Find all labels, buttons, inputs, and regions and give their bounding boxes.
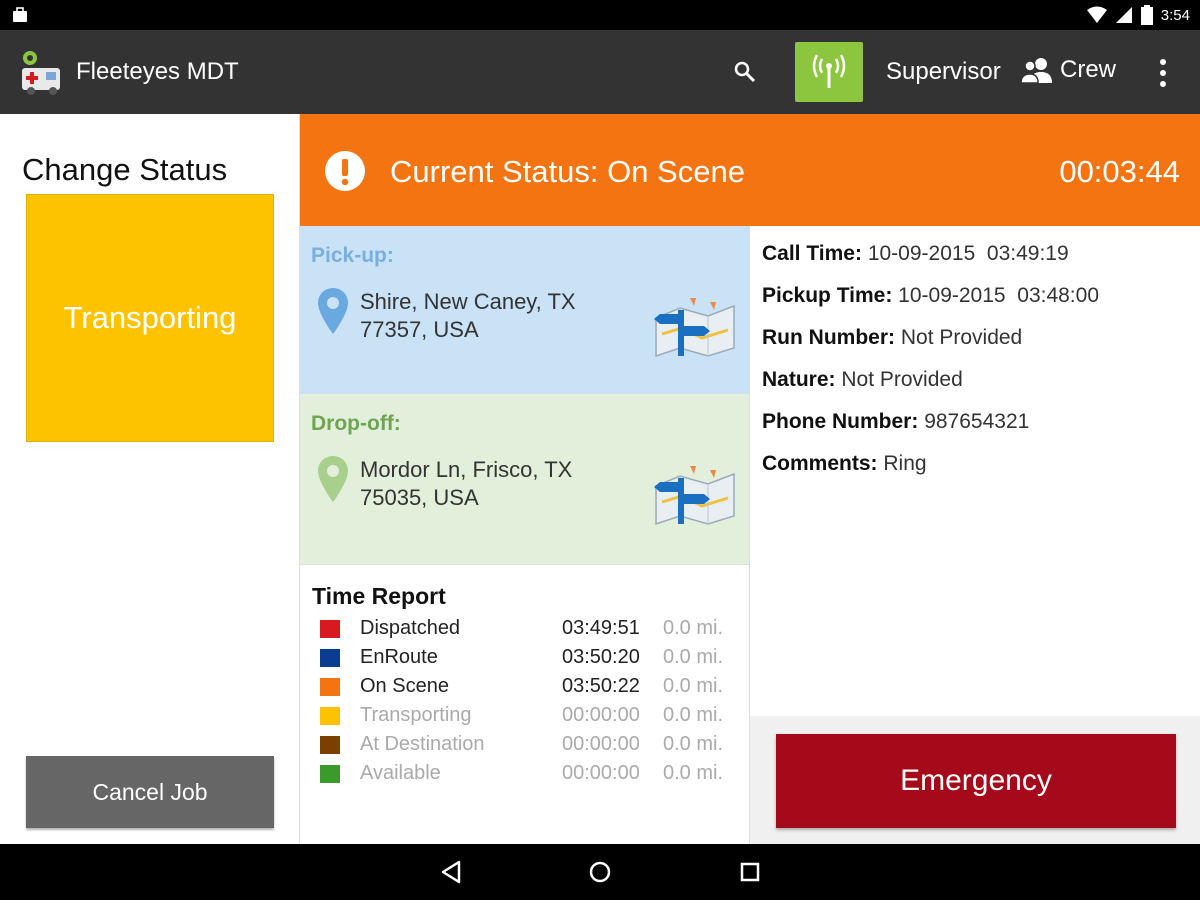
overflow-menu-icon[interactable] <box>1152 56 1174 90</box>
wifi-icon <box>1086 6 1107 23</box>
time-report-panel: Time Report Dispatched 03:49:51 0.0 mi. EnR… <box>300 564 749 844</box>
phone-number-label: Phone Number: <box>762 410 919 433</box>
comments-value: Ring <box>883 452 927 475</box>
status-color-swatch <box>320 765 340 783</box>
crew-button[interactable]: Crew <box>1020 56 1116 84</box>
ambulance-logo-icon <box>22 51 60 95</box>
alert-icon <box>325 151 365 191</box>
status-color-swatch <box>320 620 340 638</box>
system-status-bar: 3:54 <box>0 0 1200 30</box>
time-report-status: Available <box>360 762 441 784</box>
time-report-distance: 0.0 mi. <box>663 646 724 668</box>
back-icon[interactable] <box>437 858 465 886</box>
run-number-label: Run Number: <box>762 326 895 349</box>
comments-label: Comments: <box>762 452 878 475</box>
map-directions-icon[interactable] <box>652 294 738 360</box>
nature-row: Nature: Not Provided <box>762 368 963 392</box>
supervisor-button[interactable]: Supervisor <box>886 58 1001 86</box>
change-status-panel: Change Status Transporting Cancel Job <box>0 114 300 844</box>
dropoff-address-line2: 75035, USA <box>360 485 479 510</box>
time-report-distance: 0.0 mi. <box>663 733 724 755</box>
pickup-address-line2: 77357, USA <box>360 317 479 342</box>
time-report-status: Transporting <box>360 704 472 726</box>
time-report-distance: 0.0 mi. <box>663 617 724 639</box>
nature-value: Not Provided <box>841 368 963 391</box>
time-report-row: On Scene 03:50:22 0.0 mi. <box>320 673 740 701</box>
app-title: Fleeteyes MDT <box>76 58 239 85</box>
pickup-address: Shire, New Caney, TX 77357, USA <box>360 288 576 344</box>
run-number-row: Run Number: Not Provided <box>762 326 1022 350</box>
signal-icon <box>1115 7 1132 23</box>
status-color-swatch <box>320 649 340 667</box>
call-time-label: Call Time: <box>762 242 862 265</box>
call-time-row: Call Time: 10-09-2015 03:49:19 <box>762 242 1069 266</box>
emergency-button[interactable]: Emergency <box>776 734 1176 828</box>
time-report-title: Time Report <box>312 583 446 609</box>
dropoff-address-line1: Mordor Ln, Frisco, TX <box>360 457 573 482</box>
nature-label: Nature: <box>762 368 836 391</box>
pickup-time-label: Pickup Time: <box>762 284 893 307</box>
app-bar: Fleeteyes MDT Supervisor Crew <box>0 30 1200 114</box>
time-report-time: 03:49:51 <box>562 617 640 639</box>
time-report-status: At Destination <box>360 733 485 755</box>
transporting-button[interactable]: Transporting <box>26 194 274 442</box>
pickup-time-row: Pickup Time: 10-09-2015 03:48:00 <box>762 284 1099 308</box>
time-report-distance: 0.0 mi. <box>663 762 724 784</box>
location-pin-icon <box>318 288 348 334</box>
system-nav-bar <box>0 844 1200 900</box>
connection-status-button[interactable] <box>795 42 863 102</box>
crew-label: Crew <box>1060 56 1117 83</box>
time-report-status: EnRoute <box>360 646 438 668</box>
time-report-row: Transporting 00:00:00 0.0 mi. <box>320 702 740 730</box>
dropoff-label: Drop-off: <box>311 412 401 435</box>
people-icon <box>1020 58 1052 83</box>
current-status-banner: Current Status: On Scene 00:03:44 <box>300 114 1200 226</box>
home-icon[interactable] <box>586 858 614 886</box>
time-report-time: 00:00:00 <box>562 762 640 784</box>
call-time-value: 10-09-2015 03:49:19 <box>867 242 1069 265</box>
current-status-text: Current Status: On Scene <box>390 154 745 189</box>
dropoff-address: Mordor Ln, Frisco, TX 75035, USA <box>360 456 572 512</box>
battery-icon <box>1140 5 1153 25</box>
time-report-time: 03:50:20 <box>562 646 640 668</box>
run-number-value: Not Provided <box>900 326 1023 349</box>
briefcase-icon <box>13 7 27 22</box>
time-report-distance: 0.0 mi. <box>663 675 724 697</box>
status-color-swatch <box>320 707 340 725</box>
clock: 3:54 <box>1160 6 1190 24</box>
time-report-time: 00:00:00 <box>562 704 640 726</box>
recents-icon[interactable] <box>736 858 764 886</box>
time-report-status: Dispatched <box>360 617 461 639</box>
pickup-label: Pick-up: <box>311 244 394 267</box>
time-report-row: At Destination 00:00:00 0.0 mi. <box>320 731 740 759</box>
emergency-area: Emergency <box>749 716 1200 844</box>
search-icon[interactable] <box>733 60 757 84</box>
call-details-panel: Call Time: 10-09-2015 03:49:19 Pickup Ti… <box>749 226 1200 716</box>
pickup-time-value: 10-09-2015 03:48:00 <box>898 284 1100 307</box>
change-status-heading: Change Status <box>22 152 228 187</box>
status-color-swatch <box>320 736 340 754</box>
time-report-time: 03:50:22 <box>562 675 640 697</box>
status-color-swatch <box>320 678 340 696</box>
time-report-time: 00:00:00 <box>562 733 640 755</box>
status-timer: 00:03:44 <box>1059 154 1180 189</box>
antenna-icon <box>812 54 846 88</box>
time-report-status: On Scene <box>360 675 449 697</box>
time-report-distance: 0.0 mi. <box>663 704 724 726</box>
comments-row: Comments: Ring <box>762 452 927 476</box>
phone-number-value: 987654321 <box>924 410 1030 433</box>
time-report-row: Dispatched 03:49:51 0.0 mi. <box>320 615 740 643</box>
dropoff-panel[interactable]: Drop-off: Mordor Ln, Frisco, TX 75035, U… <box>300 394 749 564</box>
location-pin-icon <box>318 456 348 502</box>
pickup-address-line1: Shire, New Caney, TX <box>360 289 576 314</box>
cancel-job-button[interactable]: Cancel Job <box>26 756 274 828</box>
pickup-panel[interactable]: Pick-up: Shire, New Caney, TX 77357, USA <box>300 226 749 394</box>
time-report-row: Available 00:00:00 0.0 mi. <box>320 760 740 788</box>
time-report-row: EnRoute 03:50:20 0.0 mi. <box>320 644 740 672</box>
map-directions-icon[interactable] <box>652 462 738 528</box>
phone-number-row: Phone Number: 987654321 <box>762 410 1029 434</box>
